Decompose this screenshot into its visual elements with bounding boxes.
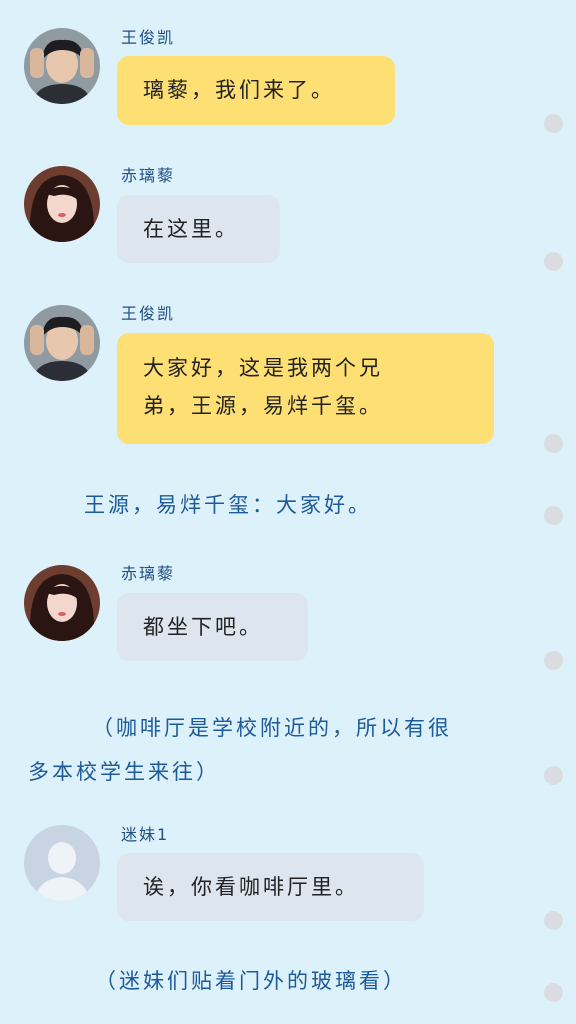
narration-text: （咖啡厅是学校附近的，所以有很 多本校学生来往）	[28, 706, 528, 794]
scroll-dot[interactable]	[544, 506, 563, 525]
message-bubble[interactable]: 大家好，这是我两个兄 弟，王源，易烊千玺。	[117, 333, 494, 444]
narration-text: 王源，易烊千玺：大家好。	[84, 493, 372, 517]
scroll-dot[interactable]	[544, 252, 563, 271]
scroll-dot[interactable]	[544, 983, 563, 1002]
sender-name: 迷妹1	[121, 825, 170, 844]
male-avatar[interactable]	[24, 28, 100, 104]
female-avatar[interactable]	[24, 166, 100, 242]
sender-name: 赤璃藜	[121, 166, 176, 185]
sender-name: 赤璃藜	[121, 564, 176, 583]
message-bubble[interactable]: 在这里。	[117, 195, 280, 263]
default-avatar[interactable]	[24, 825, 100, 901]
message-bubble[interactable]: 都坐下吧。	[117, 593, 308, 661]
message-line: 大家好，这是我两个兄	[143, 356, 383, 380]
scroll-dot[interactable]	[544, 651, 563, 670]
female-avatar[interactable]	[24, 565, 100, 641]
scroll-dot[interactable]	[544, 766, 563, 785]
scroll-dot[interactable]	[544, 911, 563, 930]
message-bubble[interactable]: 诶，你看咖啡厅里。	[117, 853, 424, 921]
male-avatar[interactable]	[24, 305, 100, 381]
narration-line: 多本校学生来往）	[28, 760, 220, 784]
scroll-dot[interactable]	[544, 434, 563, 453]
scroll-dot[interactable]	[544, 114, 563, 133]
sender-name: 王俊凯	[121, 304, 176, 323]
message-bubble[interactable]: 璃藜，我们来了。	[117, 56, 395, 125]
narration-text: （迷妹们贴着门外的玻璃看）	[95, 969, 407, 993]
message-line: 弟，王源，易烊千玺。	[143, 394, 383, 418]
sender-name: 王俊凯	[121, 28, 176, 47]
narration-line: （咖啡厅是学校附近的，所以有很	[92, 716, 452, 740]
